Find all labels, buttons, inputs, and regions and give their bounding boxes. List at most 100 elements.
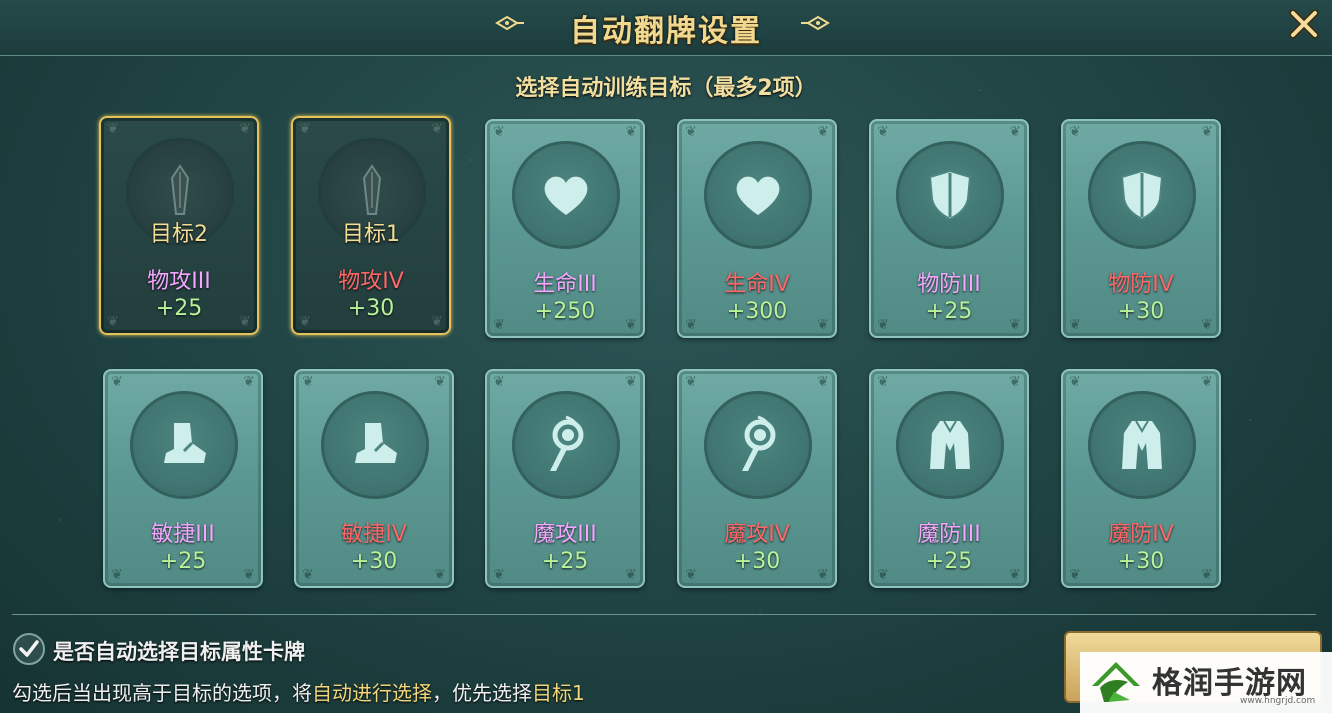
shield-icon <box>1112 165 1172 225</box>
corner-ornament-icon: ❦ <box>1009 124 1021 140</box>
checkmark-icon <box>19 640 39 657</box>
auto-select-label: 是否自动选择目标属性卡牌 <box>53 640 305 664</box>
card-physical-defense-iii[interactable]: ❦ ❦ ❦ ❦ 物防III +25 <box>869 119 1029 338</box>
card-name: 魔防III <box>917 522 981 547</box>
card-value: +30 <box>350 549 398 574</box>
card-name: 物防IV <box>1108 272 1174 297</box>
corner-ornament-icon: ❦ <box>877 124 889 140</box>
card-agility-iii[interactable]: ❦ ❦ ❦ ❦ 敏捷III +25 <box>103 369 263 588</box>
watermark-logo-icon <box>1092 662 1140 702</box>
card-magic-defense-iv[interactable]: ❦ ❦ ❦ ❦ 魔防IV +30 <box>1061 369 1221 588</box>
card-icon-frame <box>321 391 429 499</box>
corner-ornament-icon: ❦ <box>685 124 697 140</box>
corner-ornament-icon: ❦ <box>493 124 505 140</box>
card-icon-frame <box>130 391 238 499</box>
card-icon-frame <box>704 391 812 499</box>
ornament-right-icon <box>801 15 830 31</box>
card-physical-defense-iv[interactable]: ❦ ❦ ❦ ❦ 物防IV +30 <box>1061 119 1221 338</box>
card-icon-frame <box>896 141 1004 249</box>
card-name: 魔攻III <box>533 522 597 547</box>
card-name: 生命IV <box>724 272 790 297</box>
card-name: 物攻III <box>147 269 211 294</box>
card-hp-iii[interactable]: ❦ ❦ ❦ ❦ 生命III +250 <box>485 119 645 338</box>
boot-icon <box>154 415 214 475</box>
corner-ornament-icon: ❦ <box>877 374 889 390</box>
corner-ornament-icon: ❦ <box>817 374 829 390</box>
goal-label: 目标2 <box>150 222 208 247</box>
card-icon-frame <box>1088 391 1196 499</box>
card-value: +25 <box>541 549 589 574</box>
card-icon-frame <box>1088 141 1196 249</box>
title-bar: 自动翻牌设置 <box>0 0 1332 56</box>
corner-ornament-icon: ❦ <box>299 121 311 137</box>
corner-ornament-icon: ❦ <box>302 374 314 390</box>
corner-ornament-icon: ❦ <box>239 121 251 137</box>
hint-text: 勾选后当出现高于目标的选项，将 <box>12 681 312 705</box>
hint-highlight: 目标1 <box>532 681 585 705</box>
dagger-icon <box>150 162 210 222</box>
card-physical-attack-iii[interactable]: ❦ ❦ ❦ ❦ 目标2 物攻III +25 <box>99 116 259 335</box>
site-watermark: 格润手游网 www.hngrjd.com <box>1080 652 1332 713</box>
auto-select-hint: 勾选后当出现高于目标的选项，将自动进行选择，优先选择目标1 <box>12 677 585 706</box>
card-icon-frame <box>896 391 1004 499</box>
corner-ornament-icon: ❦ <box>111 374 123 390</box>
card-magic-attack-iv[interactable]: ❦ ❦ ❦ ❦ 魔攻IV +30 <box>677 369 837 588</box>
card-name: 物攻IV <box>338 269 404 294</box>
corner-ornament-icon: ❦ <box>493 374 505 390</box>
heart-icon <box>728 165 788 225</box>
staff-icon <box>728 415 788 475</box>
corner-ornament-icon: ❦ <box>1069 374 1081 390</box>
corner-ornament-icon: ❦ <box>1201 124 1213 140</box>
card-value: +25 <box>925 299 973 324</box>
boot-icon <box>345 415 405 475</box>
corner-ornament-icon: ❦ <box>1201 374 1213 390</box>
card-physical-attack-iv[interactable]: ❦ ❦ ❦ ❦ 目标1 物攻IV +30 <box>291 116 451 335</box>
card-name: 敏捷III <box>151 522 215 547</box>
card-value: +25 <box>925 549 973 574</box>
card-name: 敏捷IV <box>341 522 407 547</box>
card-magic-defense-iii[interactable]: ❦ ❦ ❦ ❦ 魔防III +25 <box>869 369 1029 588</box>
card-icon-frame <box>704 141 812 249</box>
card-name: 物防III <box>917 272 981 297</box>
card-value: +30 <box>347 296 395 321</box>
card-value: +30 <box>1117 299 1165 324</box>
corner-ornament-icon: ❦ <box>625 374 637 390</box>
corner-ornament-icon: ❦ <box>107 121 119 137</box>
corner-ornament-icon: ❦ <box>685 374 697 390</box>
goal-label: 目标1 <box>342 222 400 247</box>
auto-select-checkbox[interactable] <box>13 633 45 665</box>
staff-icon <box>536 415 596 475</box>
card-agility-iv[interactable]: ❦ ❦ ❦ ❦ 敏捷IV +30 <box>294 369 454 588</box>
card-icon-frame <box>512 391 620 499</box>
card-icon-frame <box>512 141 620 249</box>
close-icon[interactable] <box>1286 6 1322 42</box>
corner-ornament-icon: ❦ <box>431 121 443 137</box>
card-value: +25 <box>159 549 207 574</box>
hint-highlight: 自动进行选择 <box>312 681 432 705</box>
card-name: 生命III <box>533 272 597 297</box>
heart-icon <box>536 165 596 225</box>
selection-instruction: 选择自动训练目标（最多2项） <box>515 76 817 101</box>
starfield-background <box>0 0 1332 713</box>
dagger-icon <box>342 162 402 222</box>
watermark-url: www.hngrjd.com <box>1240 696 1316 706</box>
card-name: 魔防IV <box>1108 522 1174 547</box>
card-value: +25 <box>155 296 203 321</box>
card-value: +300 <box>726 299 788 324</box>
robe-icon <box>1112 415 1172 475</box>
page-title: 自动翻牌设置 <box>570 14 762 49</box>
robe-icon <box>920 415 980 475</box>
corner-ornament-icon: ❦ <box>625 124 637 140</box>
card-magic-attack-iii[interactable]: ❦ ❦ ❦ ❦ 魔攻III +25 <box>485 369 645 588</box>
hint-text: ，优先选择 <box>432 681 532 705</box>
card-value: +30 <box>733 549 781 574</box>
footer-divider <box>12 614 1316 615</box>
card-value: +30 <box>1117 549 1165 574</box>
corner-ornament-icon: ❦ <box>817 124 829 140</box>
corner-ornament-icon: ❦ <box>243 374 255 390</box>
card-name: 魔攻IV <box>724 522 790 547</box>
corner-ornament-icon: ❦ <box>434 374 446 390</box>
corner-ornament-icon: ❦ <box>1009 374 1021 390</box>
card-hp-iv[interactable]: ❦ ❦ ❦ ❦ 生命IV +300 <box>677 119 837 338</box>
shield-icon <box>920 165 980 225</box>
